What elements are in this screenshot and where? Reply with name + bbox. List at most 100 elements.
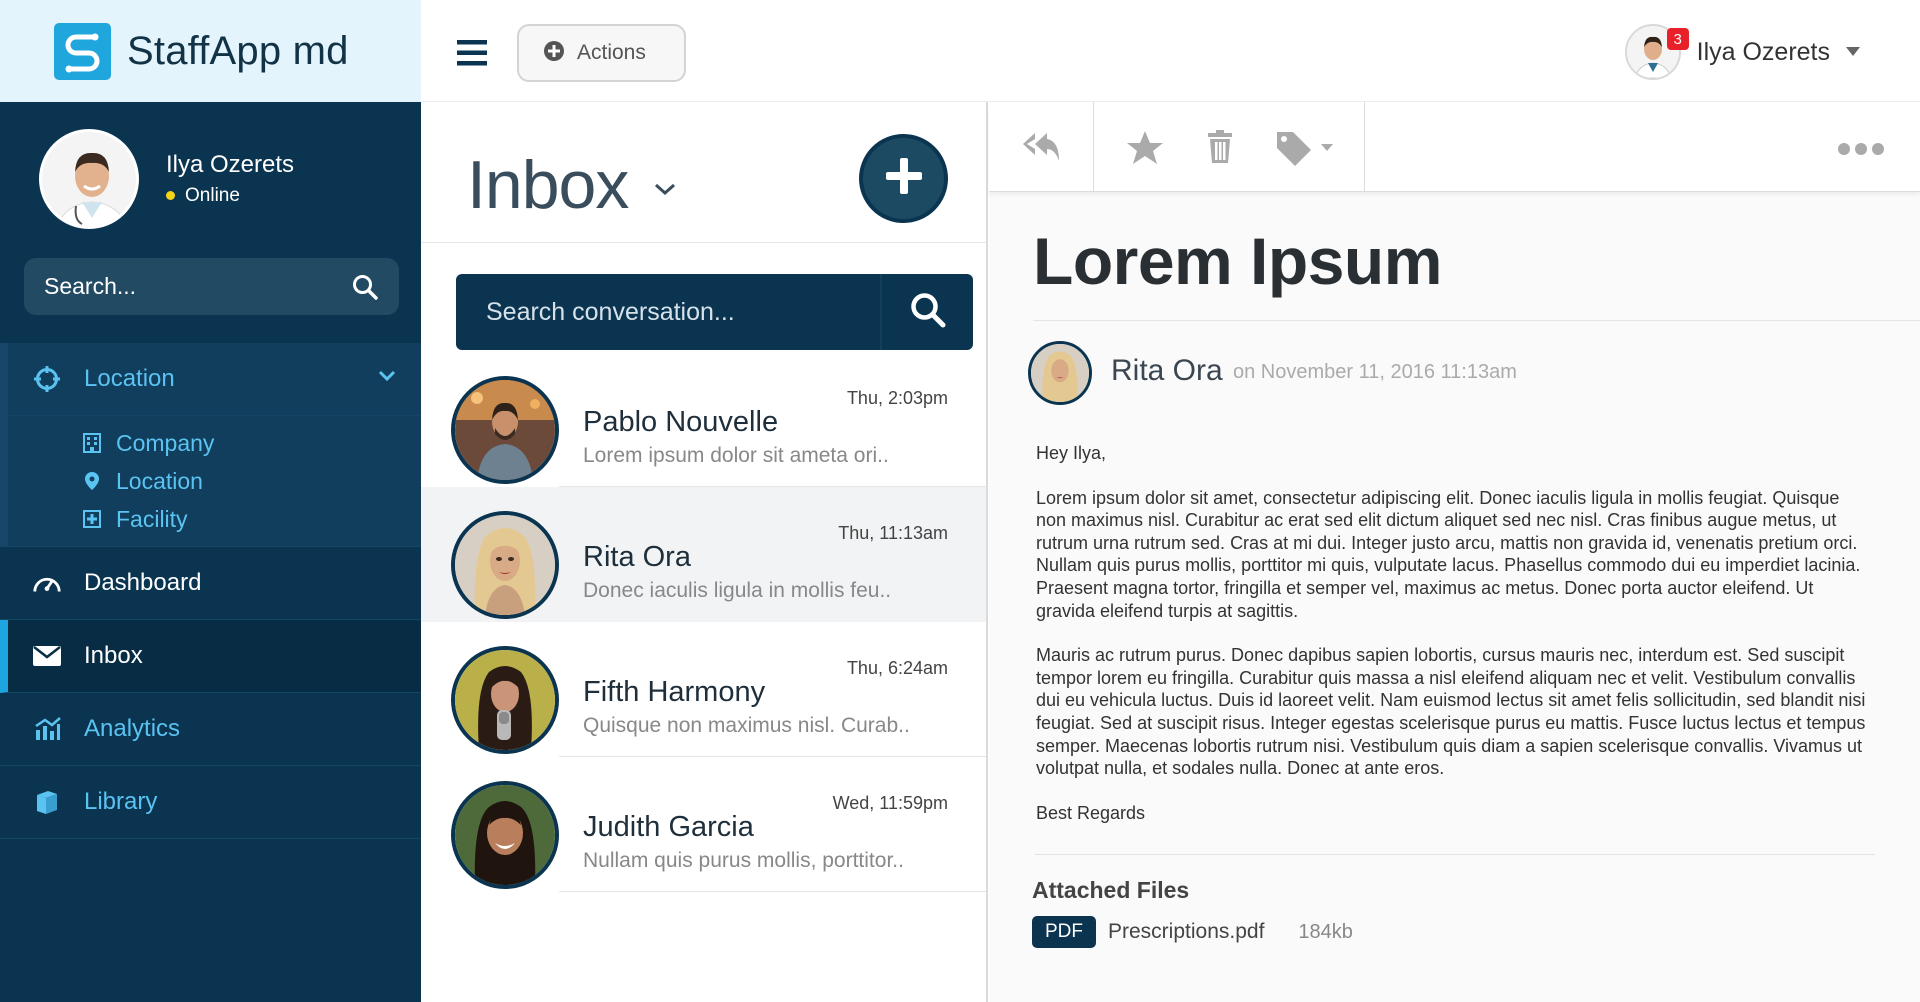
contact-avatar (451, 376, 559, 484)
sidebar-search[interactable]: Search... (24, 258, 399, 315)
sidebar-search-input[interactable]: Search... (44, 273, 351, 300)
star-icon[interactable] (1126, 130, 1164, 171)
toolbar-separator (1364, 102, 1365, 192)
divider (1033, 320, 1920, 321)
main-navigation: Location Company Location Facility Dashb… (0, 343, 421, 839)
divider (559, 891, 986, 892)
user-menu[interactable]: 3 Ilya Ozerets (1624, 24, 1860, 80)
caret-down-icon[interactable] (1846, 43, 1860, 61)
sidebar-item-label: Analytics (84, 715, 181, 742)
sidebar: StaffApp md Ilya Ozerets Online Search..… (0, 0, 421, 1002)
profile-status: Online (166, 185, 294, 207)
plus-circle-icon (543, 40, 565, 67)
sidebar-item-label: Inbox (84, 642, 143, 669)
conversation-search-button[interactable] (880, 274, 973, 350)
message-date: on November 11, 2016 11:13am (1233, 361, 1517, 383)
staffapp-logo-icon (54, 22, 111, 80)
map-pin-icon (82, 471, 102, 491)
attachment-size: 184kb (1298, 920, 1353, 943)
contact-avatar (451, 781, 559, 889)
sidebar-item-dashboard[interactable]: Dashboard (0, 547, 421, 620)
location-submenu: Company Location Facility (0, 416, 421, 547)
attachment-name[interactable]: Prescriptions.pdf (1108, 920, 1264, 944)
reply-all-icon[interactable] (1021, 130, 1061, 169)
contact-name: Rita Ora (583, 541, 691, 573)
conversation-list: Pablo Nouvelle Lorem ipsum dolor sit ame… (421, 352, 986, 892)
conversation-item[interactable]: Fifth Harmony Quisque non maximus nisl. … (421, 622, 986, 757)
hamburger-menu-icon[interactable] (457, 40, 487, 71)
hospital-icon (82, 509, 102, 529)
message-paragraph: Lorem ipsum dolor sit amet, consectetur … (1036, 487, 1861, 621)
trash-icon[interactable] (1207, 130, 1233, 169)
brand-name: StaffApp md (127, 28, 349, 73)
more-options-icon[interactable] (1837, 142, 1885, 161)
message-preview: Donec iaculis ligula in mollis feu.. (583, 579, 892, 602)
message-paragraph: Mauris ac rutrum purus. Donec dapibus sa… (1036, 645, 1866, 779)
profile-avatar[interactable] (39, 128, 139, 229)
actions-label: Actions (577, 41, 646, 64)
inbox-title[interactable]: Inbox (467, 146, 629, 224)
chart-icon (32, 714, 62, 744)
message-body: Hey Ilya, Lorem ipsum dolor sit amet, co… (1036, 442, 1871, 846)
message-preview: Quisque non maximus nisl. Curab.. (583, 714, 910, 737)
actions-button[interactable]: Actions (517, 24, 686, 82)
crosshair-icon (32, 364, 62, 394)
file-type-badge: PDF (1032, 916, 1096, 948)
sidebar-item-analytics[interactable]: Analytics (0, 693, 421, 766)
attachments-title: Attached Files (1032, 877, 1190, 903)
sidebar-subitem-label: Company (116, 429, 215, 456)
plus-icon (884, 156, 924, 201)
chevron-down-icon[interactable] (377, 369, 397, 388)
conversation-item[interactable]: Rita Ora Donec iaculis ligula in mollis … (421, 487, 986, 622)
brand[interactable]: StaffApp md (0, 0, 421, 102)
sidebar-item-library[interactable]: Library (0, 766, 421, 839)
chevron-down-icon[interactable] (653, 182, 677, 201)
tag-icon[interactable] (1275, 130, 1337, 171)
sender-avatar[interactable] (1028, 341, 1092, 405)
message-preview: Nullam quis purus mollis, porttitor.. (583, 849, 904, 872)
inbox-header: Inbox (421, 102, 986, 243)
profile-name: Ilya Ozerets (166, 150, 295, 178)
top-bar: Actions 3 Ilya Ozerets (421, 0, 1920, 102)
sidebar-item-label: Library (84, 788, 158, 815)
speedometer-icon (32, 568, 62, 598)
user-name: Ilya Ozerets (1696, 37, 1830, 66)
message-time: Thu, 2:03pm (846, 388, 948, 408)
message-signoff: Best Regards (1036, 802, 1146, 823)
user-avatar[interactable]: 3 (1624, 24, 1689, 80)
search-icon (909, 291, 947, 334)
sidebar-subitem-company[interactable]: Company (82, 424, 421, 462)
sidebar-subitem-label: Facility (116, 505, 188, 532)
conversation-search[interactable]: Search conversation... (456, 274, 973, 350)
message-time: Wed, 11:59pm (832, 793, 948, 813)
message-time: Thu, 11:13am (838, 523, 948, 543)
search-icon[interactable] (351, 273, 379, 301)
sender-name[interactable]: Rita Ora (1111, 354, 1223, 388)
message-time: Thu, 6:24am (846, 658, 948, 678)
inbox-panel: Inbox Search conversation... Pablo Nouve… (421, 102, 988, 1002)
online-status-dot (166, 191, 175, 200)
message-preview: Lorem ipsum dolor sit ameta ori.. (583, 444, 889, 467)
contact-name: Judith Garcia (583, 811, 754, 843)
contact-avatar (451, 511, 559, 619)
sidebar-item-inbox[interactable]: Inbox (0, 620, 421, 693)
divider (1035, 854, 1875, 855)
sidebar-item-label: Dashboard (84, 569, 202, 596)
attachment-item[interactable]: PDF Prescriptions.pdf 184kb (1032, 916, 1353, 948)
user-profile: Ilya Ozerets Online (0, 102, 421, 255)
sidebar-subitem-label: Location (116, 467, 203, 494)
contact-name: Pablo Nouvelle (583, 406, 779, 438)
envelope-icon (32, 641, 62, 671)
message-toolbar (989, 102, 1920, 192)
sidebar-item-location[interactable]: Location (0, 343, 421, 416)
sidebar-subitem-location[interactable]: Location (82, 462, 421, 500)
conversation-item[interactable]: Judith Garcia Nullam quis purus mollis, … (421, 757, 986, 892)
conversation-search-input[interactable]: Search conversation... (456, 298, 880, 327)
sidebar-item-label: Location (84, 365, 175, 392)
status-label: Online (185, 184, 240, 206)
conversation-item[interactable]: Pablo Nouvelle Lorem ipsum dolor sit ame… (421, 352, 986, 487)
message-greeting: Hey Ilya, (1036, 443, 1107, 463)
sidebar-subitem-facility[interactable]: Facility (82, 500, 421, 538)
notification-badge: 3 (1666, 28, 1689, 50)
compose-button[interactable] (859, 134, 948, 223)
